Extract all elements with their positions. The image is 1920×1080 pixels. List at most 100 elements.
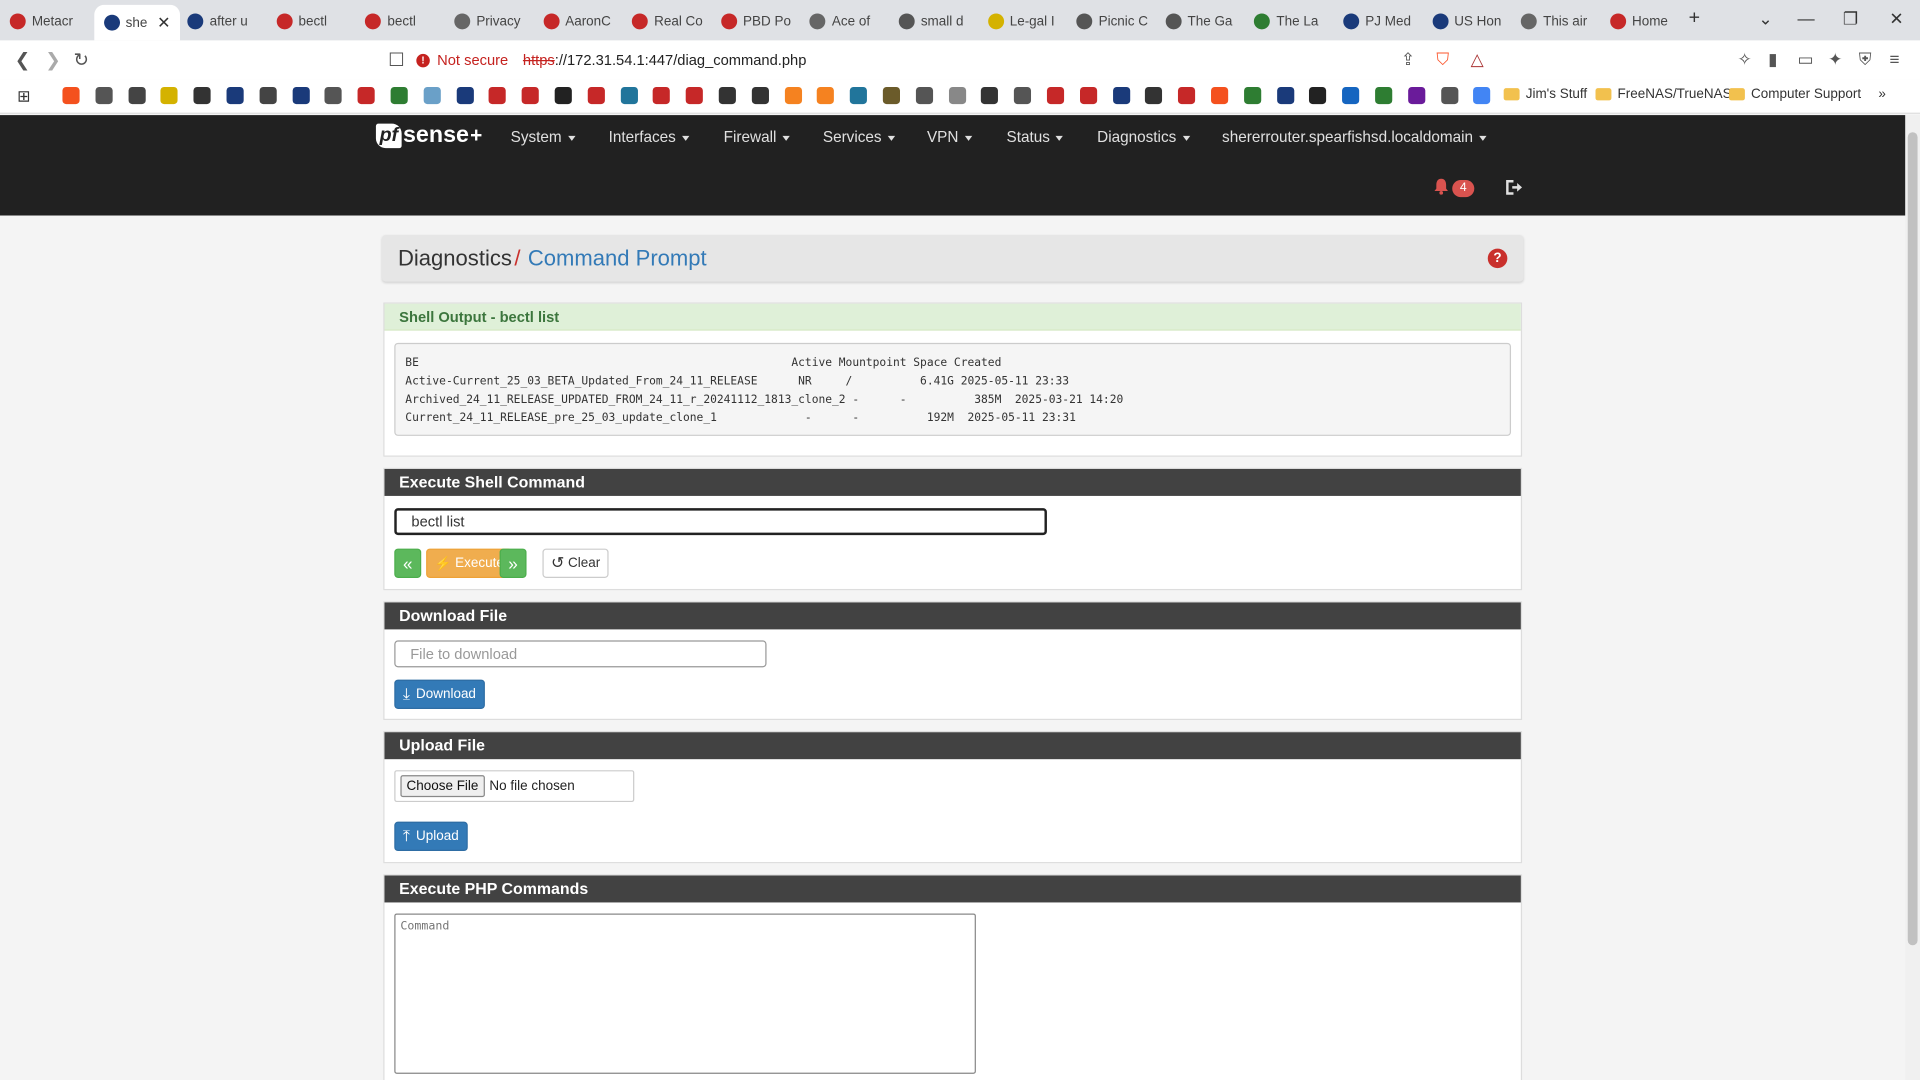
menu-icon[interactable]: ≡ <box>1889 49 1899 69</box>
download-button[interactable]: ⤓ Download <box>394 679 485 709</box>
bookmark-favicon-icon[interactable] <box>1145 86 1163 105</box>
browser-tab[interactable]: PJ Med <box>1343 5 1411 38</box>
next-command-button[interactable]: » <box>499 548 527 578</box>
pfsense-logo[interactable]: pf sense + <box>375 122 482 149</box>
menu-interfaces[interactable]: Interfaces <box>609 129 690 146</box>
bookmark-favicon-icon[interactable] <box>1112 86 1130 105</box>
bookmark-favicon-icon[interactable] <box>817 86 835 105</box>
url-field[interactable]: ! Not secure https://172.31.54.1:447/diag… <box>416 45 1494 75</box>
browser-tab[interactable]: Metacr <box>9 5 73 38</box>
browser-tab[interactable]: Ace of <box>809 5 870 38</box>
browser-tab[interactable]: US Hon <box>1432 5 1501 38</box>
bookmark-favicon-icon[interactable] <box>259 86 277 105</box>
not-secure-indicator[interactable]: ! Not secure <box>416 51 508 69</box>
bookmark-favicon-icon[interactable] <box>324 86 343 105</box>
bell-icon[interactable] <box>1433 178 1450 195</box>
bookmark-icon[interactable]: ☐ <box>388 49 404 71</box>
bookmark-favicon-icon[interactable] <box>620 86 638 105</box>
notification-badge[interactable]: 4 <box>1452 180 1475 198</box>
vpn-icon[interactable]: ⛨ <box>1859 49 1872 70</box>
browser-tab[interactable]: The La <box>1254 5 1318 38</box>
browser-tab[interactable]: after u <box>187 5 248 38</box>
bookmark-favicon-icon[interactable] <box>1014 86 1032 105</box>
new-tab-button[interactable]: + <box>1689 7 1700 29</box>
menu-firewall[interactable]: Firewall <box>724 129 790 146</box>
browser-tab[interactable]: Privacy <box>454 5 520 38</box>
browser-tab[interactable]: The Ga <box>1165 5 1232 38</box>
bookmark-favicon-icon[interactable] <box>1243 86 1261 105</box>
more-bookmarks-icon[interactable]: » <box>1878 87 1886 102</box>
download-path-input[interactable]: File to download <box>394 640 767 668</box>
bookmark-favicon-icon[interactable] <box>1211 86 1229 105</box>
bookmark-favicon-icon[interactable] <box>456 86 474 105</box>
back-icon[interactable]: ❮ <box>15 49 30 71</box>
apps-icon[interactable]: ⊞ <box>17 87 30 107</box>
browser-tab[interactable]: PBD Po <box>720 5 791 38</box>
minimize-icon[interactable]: — <box>1798 9 1815 29</box>
bookmark-favicon-icon[interactable] <box>1309 86 1327 105</box>
bookmark-favicon-icon[interactable] <box>981 86 999 105</box>
menu-vpn[interactable]: VPN <box>927 129 972 146</box>
bookmark-favicon-icon[interactable] <box>160 86 179 105</box>
bookmark-favicon-icon[interactable] <box>850 86 868 105</box>
sidebar-icon[interactable]: ▮ <box>1768 49 1777 70</box>
bookmark-favicon-icon[interactable] <box>292 86 310 105</box>
bookmark-folder[interactable]: Computer Support <box>1728 87 1861 102</box>
bookmark-favicon-icon[interactable] <box>948 86 966 105</box>
close-tab-icon[interactable]: ✕ <box>157 13 170 33</box>
previous-command-button[interactable]: « <box>394 548 422 578</box>
bookmark-favicon-icon[interactable] <box>423 86 441 105</box>
bookmark-favicon-icon[interactable] <box>62 86 80 105</box>
share-icon[interactable]: ⇪ <box>1401 49 1415 70</box>
bookmark-favicon-icon[interactable] <box>226 86 244 105</box>
bookmark-favicon-icon[interactable] <box>357 86 375 105</box>
browser-tab[interactable]: Picnic C <box>1076 5 1148 38</box>
extensions-icon[interactable]: ✧ <box>1738 49 1752 70</box>
menu-services[interactable]: Services <box>823 129 896 146</box>
help-icon[interactable]: ? <box>1487 248 1508 269</box>
bookmark-favicon-icon[interactable] <box>751 86 769 105</box>
bookmark-favicon-icon[interactable] <box>193 86 211 105</box>
bookmark-favicon-icon[interactable] <box>128 86 146 105</box>
tab-search-icon[interactable]: ⌄ <box>1758 9 1772 30</box>
browser-tab[interactable]: AaronC <box>543 5 611 38</box>
bookmark-favicon-icon[interactable] <box>1178 86 1196 105</box>
browser-tab[interactable]: This air <box>1521 5 1587 38</box>
bookmark-favicon-icon[interactable] <box>653 86 671 105</box>
reload-icon[interactable]: ↻ <box>73 49 88 71</box>
browser-tab[interactable]: she ✕ <box>93 4 181 41</box>
browser-tab[interactable]: Real Co <box>632 5 703 38</box>
file-chooser[interactable]: Choose File No file chosen <box>394 770 635 803</box>
breadcrumb-current[interactable]: Command Prompt <box>528 246 707 270</box>
menu-system[interactable]: System <box>511 129 576 146</box>
page-scrollbar[interactable] <box>1905 115 1920 1080</box>
menu-status[interactable]: Status <box>1007 129 1064 146</box>
restore-icon[interactable]: ❐ <box>1843 9 1858 30</box>
wallet-icon[interactable]: ▭ <box>1798 49 1814 70</box>
breadcrumb-parent[interactable]: Diagnostics <box>398 246 512 270</box>
bookmark-favicon-icon[interactable] <box>1473 86 1491 105</box>
bookmark-favicon-icon[interactable] <box>1407 86 1426 105</box>
bookmark-favicon-icon[interactable] <box>1046 86 1065 105</box>
browser-tab[interactable]: bectl <box>365 5 416 38</box>
bookmark-folder[interactable]: FreeNAS/TrueNAS <box>1595 87 1732 102</box>
choose-file-button[interactable]: Choose File <box>400 775 485 798</box>
browser-tab[interactable]: Le-gal I <box>987 5 1055 38</box>
bookmark-favicon-icon[interactable] <box>882 86 901 105</box>
bookmark-favicon-icon[interactable] <box>1375 86 1393 105</box>
leo-icon[interactable]: ✦ <box>1828 49 1842 70</box>
bookmark-favicon-icon[interactable] <box>390 86 408 105</box>
brave-rewards-icon[interactable]: △ <box>1471 49 1484 70</box>
bookmark-favicon-icon[interactable] <box>1079 86 1097 105</box>
bookmark-favicon-icon[interactable] <box>1342 86 1360 105</box>
php-command-textarea[interactable] <box>394 913 976 1074</box>
bookmark-favicon-icon[interactable] <box>489 86 507 105</box>
menu-hostname[interactable]: shererrouter.spearfishsd.localdomain <box>1222 129 1487 146</box>
bookmark-favicon-icon[interactable] <box>784 86 802 105</box>
browser-tab[interactable]: bectl <box>276 5 327 38</box>
close-window-icon[interactable]: ✕ <box>1889 9 1903 30</box>
brave-shield-icon[interactable]: ⛉ <box>1436 49 1449 70</box>
bookmark-favicon-icon[interactable] <box>1440 86 1458 105</box>
bookmark-favicon-icon[interactable] <box>685 86 704 105</box>
bookmark-favicon-icon[interactable] <box>554 86 572 105</box>
